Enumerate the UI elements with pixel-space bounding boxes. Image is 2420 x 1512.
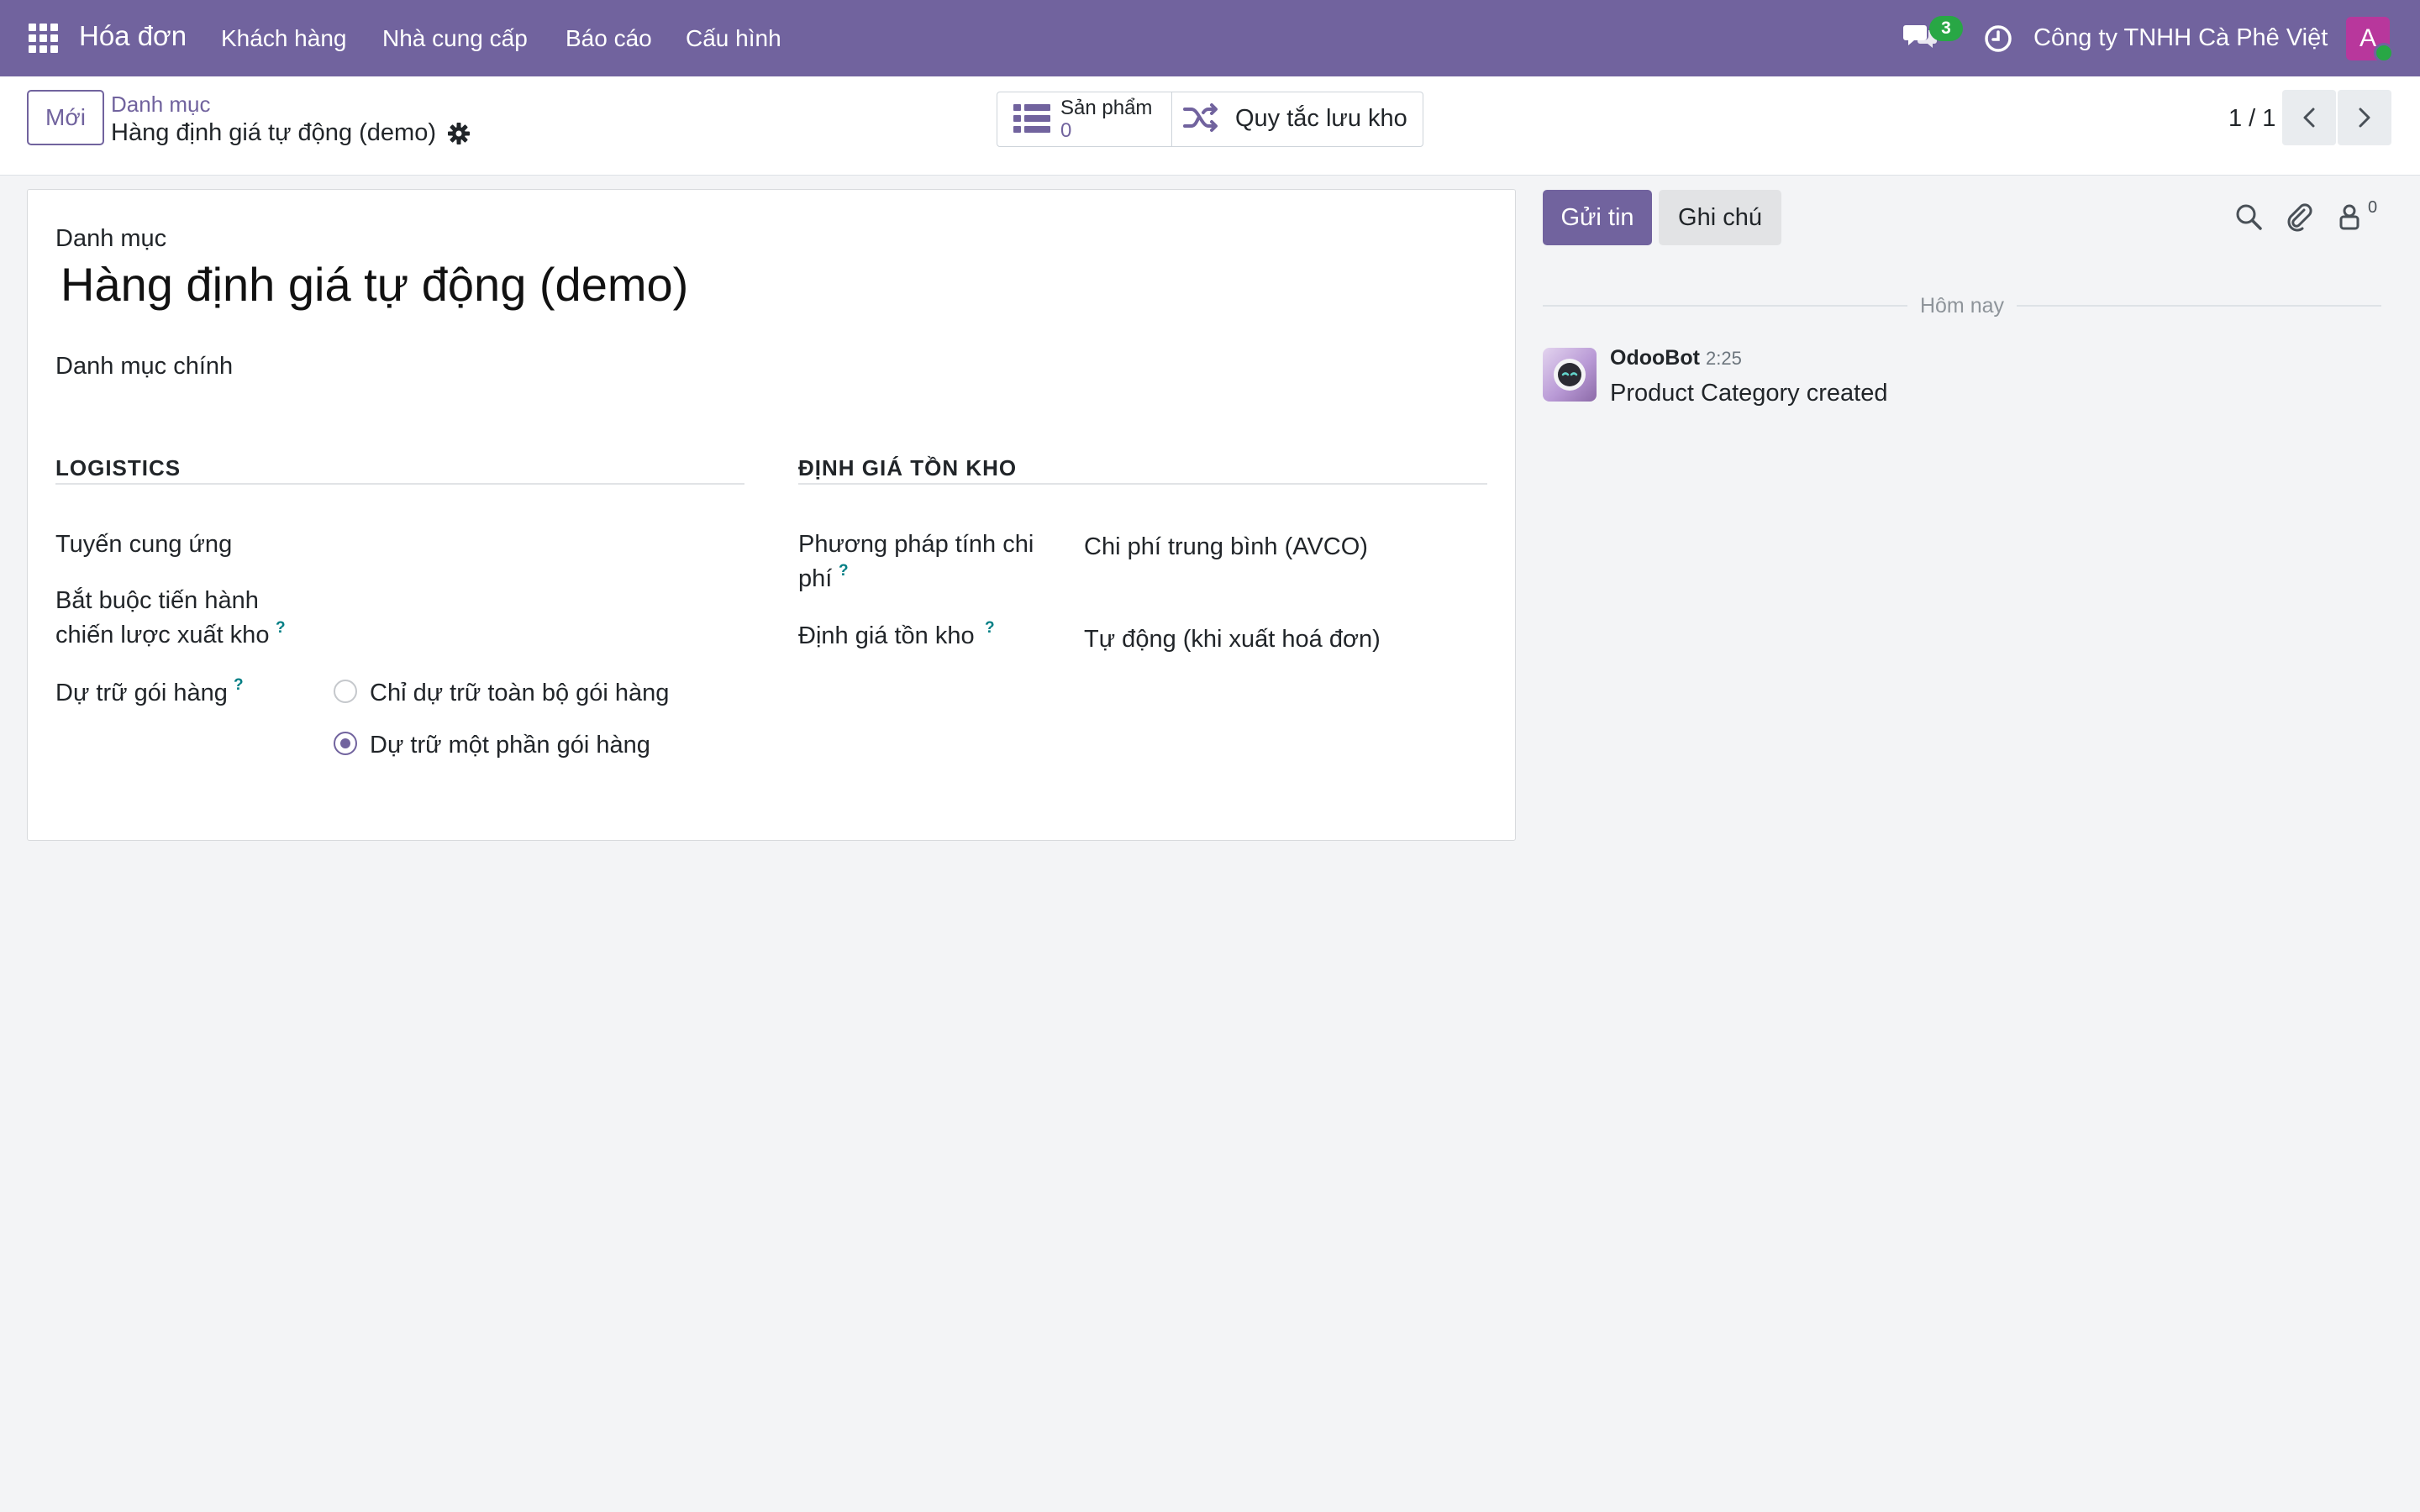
parent-category-field[interactable] [260, 346, 731, 383]
breadcrumb-parent[interactable]: Danh mục [111, 92, 211, 118]
message-body: Product Category created [1610, 380, 1888, 407]
shuffle-icon [1183, 103, 1218, 132]
category-name-field[interactable]: Hàng định giá tự động (demo) [60, 257, 688, 312]
log-note-button[interactable]: Ghi chú [1659, 190, 1781, 245]
message-author[interactable]: OdooBot [1610, 346, 1700, 370]
odoobot-avatar-icon [1543, 348, 1597, 402]
chevron-left-icon [2303, 108, 2315, 128]
removal-strategy-label-line2: chiến lược xuất kho [55, 622, 270, 648]
message-time: 2:25 [1706, 348, 1742, 369]
reserve-partial-label[interactable]: Dự trữ một phần gói hàng [370, 732, 650, 759]
cost-method-label-line1: Phương pháp tính chi [798, 531, 1034, 558]
menu-reporting[interactable]: Báo cáo [566, 25, 652, 52]
parent-category-label: Danh mục chính [55, 353, 234, 380]
removal-strategy-help-icon[interactable]: ? [276, 619, 286, 638]
menu-customers[interactable]: Khách hàng [221, 25, 346, 52]
inventory-valuation-label: Định giá tồn kho [798, 622, 975, 649]
routes-label: Tuyến cung ứng [55, 531, 233, 558]
products-label: Sản phẩm [1060, 97, 1153, 119]
online-status-icon [2374, 43, 2394, 63]
clock-icon[interactable] [1983, 24, 2013, 54]
cost-method-field[interactable]: Chi phí trung bình (AVCO) [1084, 533, 1368, 561]
name-label: Danh mục [55, 225, 167, 252]
logistics-section-title: LOGISTICS [55, 455, 182, 480]
valuation-divider [798, 483, 1487, 485]
pager-next-button[interactable] [2338, 90, 2391, 145]
routes-field[interactable] [333, 524, 736, 561]
chevron-right-icon [2359, 108, 2370, 128]
reserve-partial-radio[interactable] [334, 732, 357, 755]
inventory-valuation-field[interactable]: Tự động (khi xuất hoá đơn) [1084, 626, 1381, 654]
gear-icon[interactable] [447, 122, 471, 145]
breadcrumb-current: Hàng định giá tự động (demo) [111, 119, 436, 146]
menu-vendors[interactable]: Nhà cung cấp [382, 25, 528, 52]
follower-count: 0 [2368, 198, 2378, 217]
valuation-section-title: ĐỊNH GIÁ TỒN KHO [798, 455, 1018, 480]
search-icon[interactable] [2233, 202, 2264, 232]
date-separator: Hôm nay [1919, 294, 2005, 318]
cost-method-label-line2: phí [798, 565, 833, 592]
removal-strategy-field[interactable] [333, 608, 736, 645]
putaway-rules-label: Quy tắc lưu kho [1235, 105, 1407, 132]
pager-value[interactable]: 1 / 1 [2228, 105, 2275, 133]
paperclip-icon[interactable] [2284, 202, 2314, 232]
menu-configuration[interactable]: Cấu hình [686, 25, 781, 52]
date-separator-line-left [1543, 305, 1907, 307]
inventory-valuation-help-icon[interactable]: ? [985, 619, 995, 638]
logistics-divider [55, 483, 744, 485]
package-reserve-help-icon[interactable]: ? [234, 676, 244, 695]
cost-method-help-icon[interactable]: ? [839, 562, 849, 580]
apps-grid-icon[interactable] [29, 24, 59, 54]
package-reserve-label: Dự trữ gói hàng [55, 680, 228, 706]
products-count: 0 [1060, 119, 1072, 142]
date-separator-line-right [2017, 305, 2381, 307]
company-switcher[interactable]: Công ty TNHH Cà Phê Việt [2033, 24, 2328, 52]
pager-previous-button[interactable] [2282, 90, 2336, 145]
app-name[interactable]: Hóa đơn [79, 20, 187, 52]
follower-icon[interactable] [2336, 202, 2366, 232]
reserve-full-label[interactable]: Chỉ dự trữ toàn bộ gói hàng [370, 680, 669, 707]
top-navbar: Hóa đơn Khách hàng Nhà cung cấp Báo cáo … [0, 0, 2420, 76]
reserve-full-radio[interactable] [334, 680, 357, 703]
removal-strategy-label-line1: Bắt buộc tiến hành [55, 587, 259, 614]
list-icon [1013, 104, 1050, 133]
send-message-button[interactable]: Gửi tin [1543, 190, 1652, 245]
new-button[interactable]: Mới [27, 90, 104, 145]
message-count-badge: 3 [1929, 16, 1963, 41]
